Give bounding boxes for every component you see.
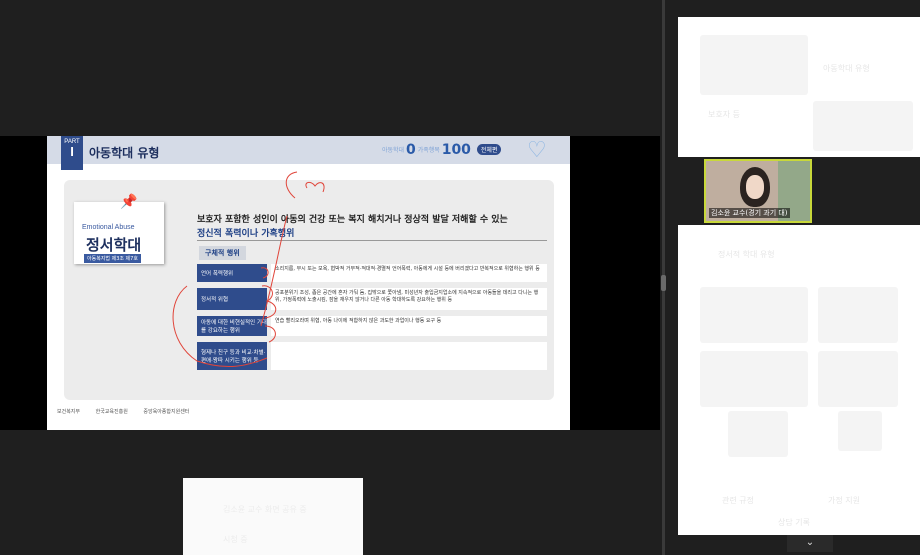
- slide-header-bar: PART I 아동학대 유형 아동학대 0 가족행복 100 전체편 ♡: [47, 136, 570, 170]
- faded-tile: [700, 287, 808, 343]
- toast-line-1: 김소윤 교수 화면 공유 중: [223, 505, 307, 514]
- footer-logo-3: 중앙육아종합지원센터: [143, 409, 190, 415]
- definition-line-2: 정신적 폭력이나 가혹행위: [197, 229, 295, 239]
- sticky-note: Emotional Abuse 정서학대 아동복지법 제3조 제7호: [74, 202, 164, 264]
- participant-panel: 아동학대 유형 보호자 등 정서적 학대 유형 관련 규정 가정 지원 상담 기…: [678, 17, 920, 535]
- faded-notification: 김소윤 교수 화면 공유 중 시청 중: [183, 478, 363, 555]
- footer-logo-1: 보건복지부: [57, 409, 81, 415]
- part-number: I: [70, 144, 74, 159]
- behavior-row: 언어 폭력행위 소리지름, 무시 또는 모욕, 협박적 거부적·적대적·경멸적 …: [197, 264, 547, 282]
- content-card: Emotional Abuse 정서학대 아동복지법 제3조 제7호 📌 보호자…: [64, 180, 554, 400]
- pushpin-icon: 📌: [120, 194, 138, 210]
- behavior-label: 언어 폭력행위: [197, 264, 267, 282]
- faded-tile: [818, 351, 898, 407]
- faded-text: 상담 기록: [778, 518, 810, 527]
- section-heading: 구체적 행위: [199, 246, 246, 260]
- hands-heart-icon: ♡: [527, 138, 547, 163]
- sticky-korean: 정서학대: [86, 236, 142, 254]
- speaker-face: [746, 175, 764, 199]
- score-zero: 0: [406, 142, 416, 158]
- behavior-row: 정서적 위협 공포분위기 조성, 좁은 공간에 혼자 가둬 둠, 집밖으로 쫓아…: [197, 288, 547, 310]
- score-left-label: 아동학대: [382, 147, 405, 154]
- sticky-law: 아동복지법 제3조 제7호: [84, 254, 141, 263]
- resize-handle[interactable]: [661, 275, 666, 291]
- chevron-down-icon[interactable]: ⌄: [787, 535, 833, 552]
- presentation-slide: PART I 아동학대 유형 아동학대 0 가족행복 100 전체편 ♡ Emo…: [47, 136, 570, 430]
- faded-tile: [700, 351, 808, 407]
- score-right-label: 가족행복: [417, 147, 440, 154]
- active-speaker-video[interactable]: 김소윤 교수(경기 과기 대): [704, 159, 812, 223]
- faded-text: 관련 규정: [722, 496, 754, 505]
- behavior-desc: 공포분위기 조성, 좁은 공간에 혼자 가둬 둠, 집밖으로 쫓아냄, 미성년자…: [271, 288, 547, 310]
- behavior-row: 아동에 대한 비현실적인 기대를 강요하는 행위 연습 빨리오라며 위협, 아동…: [197, 316, 547, 336]
- toast-line-2: 시청 중: [223, 535, 248, 544]
- faded-text: 아동학대 유형: [823, 64, 870, 73]
- speaker-name-label: 김소윤 교수(경기 과기 대): [709, 208, 790, 218]
- faded-tile: [700, 35, 808, 95]
- behavior-label: 아동에 대한 비현실적인 기대를 강요하는 행위: [197, 316, 267, 336]
- score-hundred: 100: [441, 142, 471, 158]
- behavior-desc: 소리지름, 무시 또는 모욕, 협박적 거부적·적대적·경멸적 언어폭력, 아동…: [271, 264, 547, 282]
- behavior-label: 정서적 위협: [197, 288, 267, 310]
- slide-footer: 보건복지부 한국교육진흥원 중앙육아종합지원센터: [57, 408, 203, 415]
- faded-tile: [818, 287, 898, 343]
- behavior-label: 형제나 친구 등과 비교·차별·편애·왕따 시키는 행위 등: [197, 342, 267, 370]
- slide-title: 아동학대 유형: [89, 146, 160, 160]
- faded-tile: [728, 411, 788, 457]
- behavior-row: 형제나 친구 등과 비교·차별·편애·왕따 시키는 행위 등: [197, 342, 547, 370]
- score-indicator: 아동학대 0 가족행복 100 전체편: [382, 142, 502, 158]
- footer-logo-2: 한국교육진흥원: [95, 409, 128, 415]
- faded-text: 가정 지원: [828, 496, 860, 505]
- behavior-desc: [271, 342, 547, 370]
- sticky-english: Emotional Abuse: [82, 224, 135, 231]
- part-badge: PART I: [61, 136, 83, 170]
- divider-rule: [197, 240, 547, 241]
- behavior-desc: 연습 빨리오라며 위협, 아동 나이에 적합하지 않은 과도한 과업이나 행동 …: [271, 316, 547, 336]
- faded-text: 보호자 등: [708, 110, 740, 119]
- score-pill: 전체편: [476, 144, 502, 155]
- faded-text: 정서적 학대 유형: [718, 250, 775, 259]
- faded-tile: [838, 411, 882, 451]
- faded-tile: [813, 101, 913, 151]
- definition-line-1: 보호자 포함한 성인이 아동의 건강 또는 복지 해치거나 정상적 발달 저해할…: [197, 215, 508, 225]
- letterbox-left: [0, 136, 47, 430]
- letterbox-right: [570, 136, 660, 430]
